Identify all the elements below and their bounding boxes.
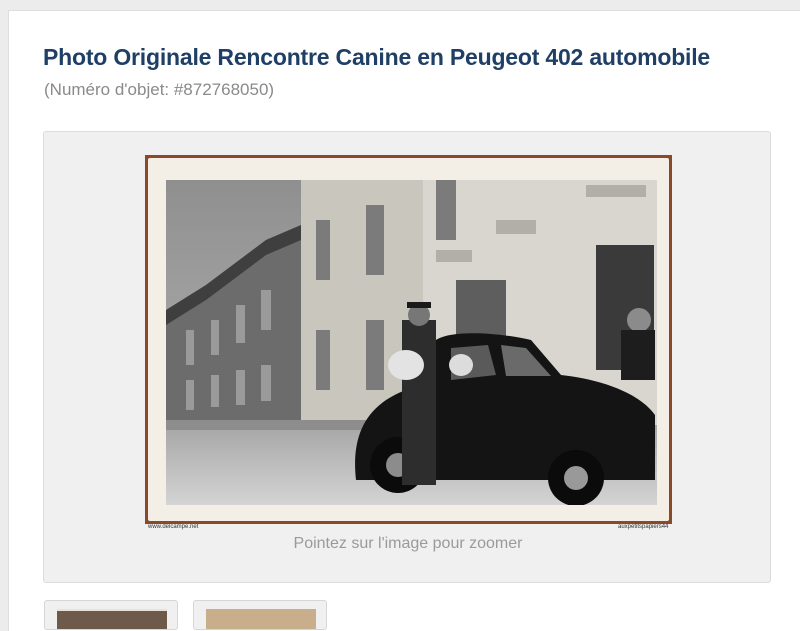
item-title: Photo Originale Rencontre Canine en Peug… — [43, 44, 711, 70]
thumbnail-image — [57, 609, 167, 629]
photo-watermark-right: auxpetitspapiers44 — [618, 524, 669, 530]
vintage-photo-image — [166, 180, 657, 505]
photo-border — [148, 158, 669, 521]
photo-watermark-left: www.delcampe.net — [148, 524, 199, 530]
thumbnail-image — [206, 609, 316, 629]
item-number: (Numéro d'objet: #872768050) — [44, 80, 275, 99]
thumbnail-1[interactable] — [44, 600, 178, 630]
zoom-hint: Pointez sur l'image pour zoomer — [293, 535, 523, 552]
main-photo[interactable] — [145, 155, 672, 524]
thumbnail-2[interactable] — [193, 600, 327, 630]
